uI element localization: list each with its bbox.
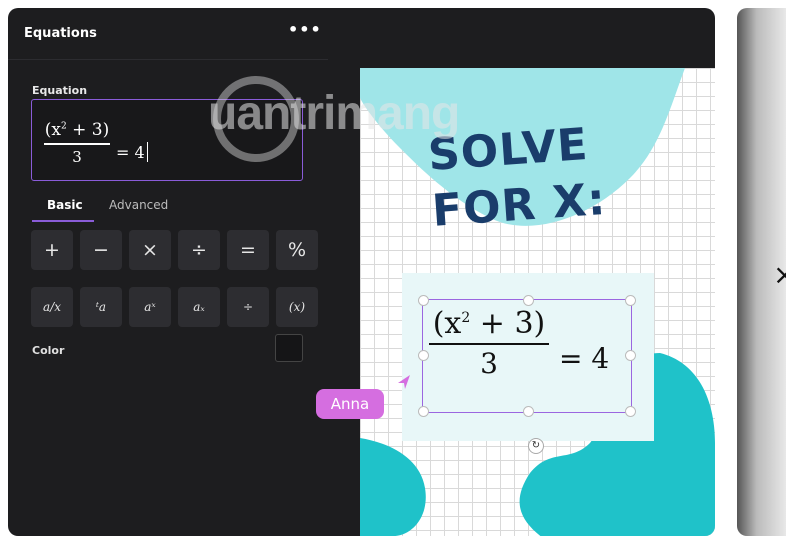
- prescript-key[interactable]: ᵗa: [80, 287, 122, 327]
- minus-key[interactable]: −: [80, 230, 122, 270]
- percent-key[interactable]: %: [276, 230, 318, 270]
- panel-header: Equations •••: [8, 8, 360, 60]
- resize-handle-tr[interactable]: [625, 295, 636, 306]
- watermark-logo-icon: [213, 76, 299, 162]
- divide-key[interactable]: ÷: [178, 230, 220, 270]
- input-numerator-base: (x: [44, 120, 61, 140]
- input-numerator-rest: + 3): [66, 120, 110, 140]
- plus-key[interactable]: +: [31, 230, 73, 270]
- resize-handle-r[interactable]: [625, 350, 636, 361]
- equation-label: Equation: [32, 84, 88, 97]
- header-divider: [8, 59, 328, 60]
- resize-handle-bl[interactable]: [418, 406, 429, 417]
- collaborator-cursor-label: Anna: [316, 389, 384, 419]
- rotate-icon[interactable]: ↻: [528, 438, 544, 454]
- input-rhs-text: = 4: [116, 143, 145, 162]
- input-fraction-bar: [44, 143, 110, 145]
- subscript-key[interactable]: aₓ: [178, 287, 220, 327]
- canvas-rhs: = 4: [559, 342, 610, 375]
- canvas-fraction-bar: [429, 343, 549, 345]
- canvas-exponent: 2: [461, 310, 471, 326]
- active-tab-indicator: [32, 220, 94, 222]
- adjacent-panel: ×: [737, 8, 786, 536]
- text-caret: [146, 142, 149, 162]
- more-options-button[interactable]: •••: [288, 20, 322, 39]
- input-rhs: = 4: [116, 142, 149, 162]
- color-label: Color: [32, 344, 65, 357]
- fraction-key[interactable]: a/x: [31, 287, 73, 327]
- canvas-fraction: (x2 + 3) 3: [429, 306, 549, 380]
- multiply-key[interactable]: ×: [129, 230, 171, 270]
- input-fraction: (x2 + 3) 3: [42, 120, 112, 166]
- color-swatch[interactable]: [275, 334, 303, 362]
- equals-key[interactable]: =: [227, 230, 269, 270]
- input-denominator: 3: [72, 147, 82, 166]
- resize-handle-tl[interactable]: [418, 295, 429, 306]
- canvas-numerator-rest: + 3): [470, 306, 546, 341]
- canvas-numerator: (x2 + 3): [429, 306, 549, 341]
- parentheses-key[interactable]: (x): [276, 287, 318, 327]
- resize-handle-br[interactable]: [625, 406, 636, 417]
- canvas-numerator-base: (x: [432, 306, 462, 341]
- resize-handle-b[interactable]: [523, 406, 534, 417]
- close-icon[interactable]: ×: [773, 258, 786, 291]
- headline: SOLVE FOR X:: [426, 112, 663, 240]
- canvas-denominator: 3: [480, 347, 498, 380]
- stacked-fraction-key[interactable]: ÷: [227, 287, 269, 327]
- equation-selection[interactable]: (x2 + 3) 3 = 4: [418, 295, 636, 417]
- equations-app-window: Equations ••• Equation (x2 + 3) 3 = 4 Ba…: [8, 8, 715, 536]
- equation-card: (x2 + 3) 3 = 4: [402, 273, 654, 441]
- resize-handle-l[interactable]: [418, 350, 429, 361]
- equation-tabs: Basic Advanced: [32, 194, 342, 224]
- resize-handle-t[interactable]: [523, 295, 534, 306]
- superscript-key[interactable]: aˣ: [129, 287, 171, 327]
- tab-basic[interactable]: Basic: [47, 198, 83, 212]
- collaborator-cursor-icon: [398, 375, 410, 389]
- panel-title: Equations: [24, 26, 97, 41]
- teal-blob-bottom-left: [360, 438, 426, 536]
- tab-advanced[interactable]: Advanced: [109, 198, 168, 212]
- input-numerator: (x2 + 3): [42, 120, 112, 140]
